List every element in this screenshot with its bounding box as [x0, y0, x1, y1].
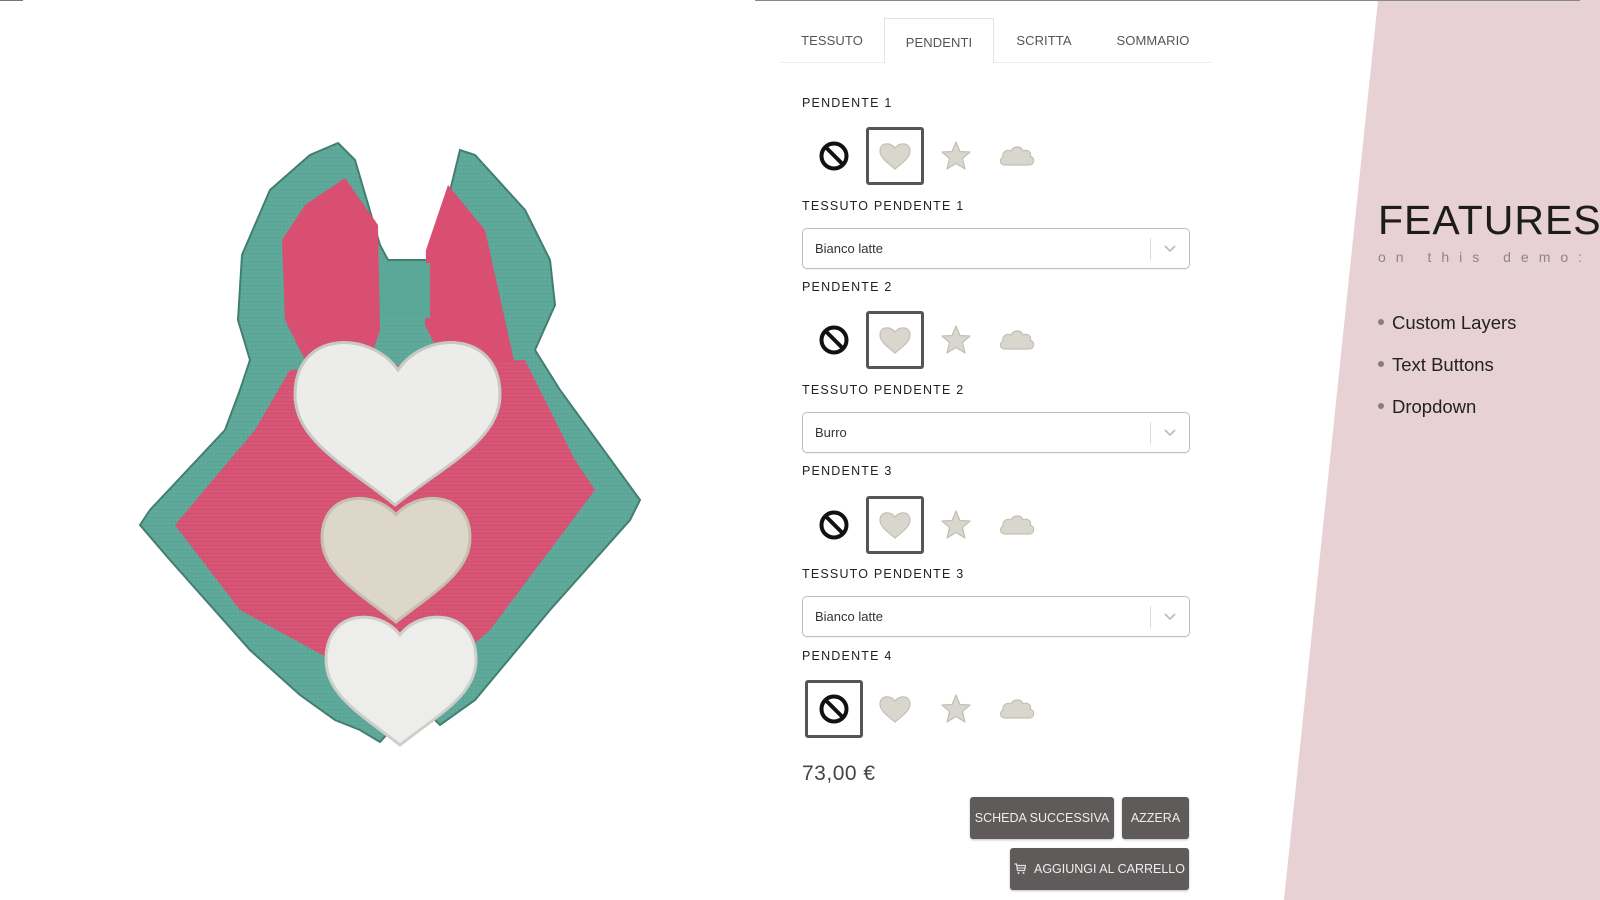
cloud-icon: [998, 512, 1036, 538]
cloud-icon: [998, 143, 1036, 169]
chevron-down-icon: [1151, 428, 1189, 437]
pendant-option-none[interactable]: [805, 127, 863, 185]
heart-icon: [878, 694, 912, 724]
pendant-1-fabric-select[interactable]: Bianco latte: [802, 228, 1190, 269]
tab-pendenti[interactable]: PENDENTI: [884, 18, 994, 64]
pendant-option-heart[interactable]: [866, 496, 924, 554]
tab-sommario[interactable]: SOMMARIO: [1094, 18, 1212, 63]
heart-icon: [878, 510, 912, 540]
top-divider-left: [0, 0, 23, 1]
pendant-3-fabric-value: Bianco latte: [815, 609, 883, 624]
pendant-option-cloud[interactable]: [988, 311, 1046, 369]
pendant-2-fabric-label: TESSUTO PENDENTE 2: [802, 383, 965, 397]
pendant-option-heart[interactable]: [866, 127, 924, 185]
chevron-down-icon: [1151, 612, 1189, 621]
pendant-option-heart[interactable]: [866, 680, 924, 738]
bib-preview-image: [138, 141, 642, 747]
pendant-4-label: PENDENTE 4: [802, 649, 893, 663]
feature-item-label: Text Buttons: [1392, 354, 1494, 375]
pendant-option-star[interactable]: [927, 127, 985, 185]
cart-icon: [1014, 863, 1026, 875]
tab-scritta[interactable]: SCRITTA: [994, 18, 1094, 63]
pendant-option-star[interactable]: [927, 311, 985, 369]
pendant-1-options: [805, 127, 1049, 185]
features-panel: FEATURES on this demo: Custom Layers Tex…: [1378, 200, 1600, 428]
pendant-option-cloud[interactable]: [988, 680, 1046, 738]
bullet-icon: [1378, 361, 1384, 367]
chevron-down-icon: [1151, 244, 1189, 253]
add-to-cart-label: AGGIUNGI AL CARRELLO: [1034, 862, 1185, 876]
pendant-3-fabric-label: TESSUTO PENDENTE 3: [802, 567, 965, 581]
pendant-option-cloud[interactable]: [988, 496, 1046, 554]
pendant-option-cloud[interactable]: [988, 127, 1046, 185]
no-symbol-icon: [818, 324, 850, 356]
cloud-icon: [998, 327, 1036, 353]
pendant-1-fabric-value: Bianco latte: [815, 241, 883, 256]
product-preview: [130, 130, 670, 770]
reset-button[interactable]: AZZERA: [1122, 797, 1189, 839]
pendant-option-star[interactable]: [927, 680, 985, 738]
pendant-4-options: [805, 680, 1049, 738]
pendant-1-label: PENDENTE 1: [802, 96, 893, 110]
feature-item-label: Custom Layers: [1392, 312, 1517, 333]
features-list: Custom Layers Text Buttons Dropdown: [1378, 302, 1600, 428]
feature-item: Text Buttons: [1378, 344, 1600, 386]
heart-icon: [878, 141, 912, 171]
pendant-option-star[interactable]: [927, 496, 985, 554]
no-symbol-icon: [818, 509, 850, 541]
star-icon: [940, 140, 972, 172]
pendant-2-fabric-select[interactable]: Burro: [802, 412, 1190, 453]
configurator-tabs: TESSUTO PENDENTI SCRITTA SOMMARIO: [780, 18, 1212, 64]
pendant-3-label: PENDENTE 3: [802, 464, 893, 478]
pendant-3-options: [805, 496, 1049, 554]
add-to-cart-button[interactable]: AGGIUNGI AL CARRELLO: [1010, 848, 1189, 890]
pendant-3-fabric-select[interactable]: Bianco latte: [802, 596, 1190, 637]
star-icon: [940, 693, 972, 725]
pendant-option-none[interactable]: [805, 311, 863, 369]
pendant-1-fabric-label: TESSUTO PENDENTE 1: [802, 199, 965, 213]
feature-item: Dropdown: [1378, 386, 1600, 428]
top-divider-right: [755, 0, 1580, 1]
pendant-2-options: [805, 311, 1049, 369]
pendant-option-none[interactable]: [805, 680, 863, 738]
bullet-icon: [1378, 403, 1384, 409]
pendant-option-heart[interactable]: [866, 311, 924, 369]
star-icon: [940, 509, 972, 541]
next-tab-button[interactable]: SCHEDA SUCCESSIVA: [970, 797, 1114, 839]
heart-icon: [878, 325, 912, 355]
feature-item-label: Dropdown: [1392, 396, 1477, 417]
pendant-2-fabric-value: Burro: [815, 425, 847, 440]
total-price: 73,00 €: [802, 762, 876, 785]
features-title: FEATURES: [1378, 197, 1600, 243]
pendant-2-label: PENDENTE 2: [802, 280, 893, 294]
feature-item: Custom Layers: [1378, 302, 1600, 344]
bib-strap: [380, 263, 430, 318]
bullet-icon: [1378, 319, 1384, 325]
no-symbol-icon: [818, 693, 850, 725]
configurator-page: TESSUTO PENDENTI SCRITTA SOMMARIO PENDEN…: [0, 0, 1600, 900]
pendant-option-none[interactable]: [805, 496, 863, 554]
features-subtitle: on this demo:: [1378, 249, 1593, 265]
cloud-icon: [998, 696, 1036, 722]
tab-tessuto[interactable]: TESSUTO: [780, 18, 884, 63]
no-symbol-icon: [818, 140, 850, 172]
star-icon: [940, 324, 972, 356]
